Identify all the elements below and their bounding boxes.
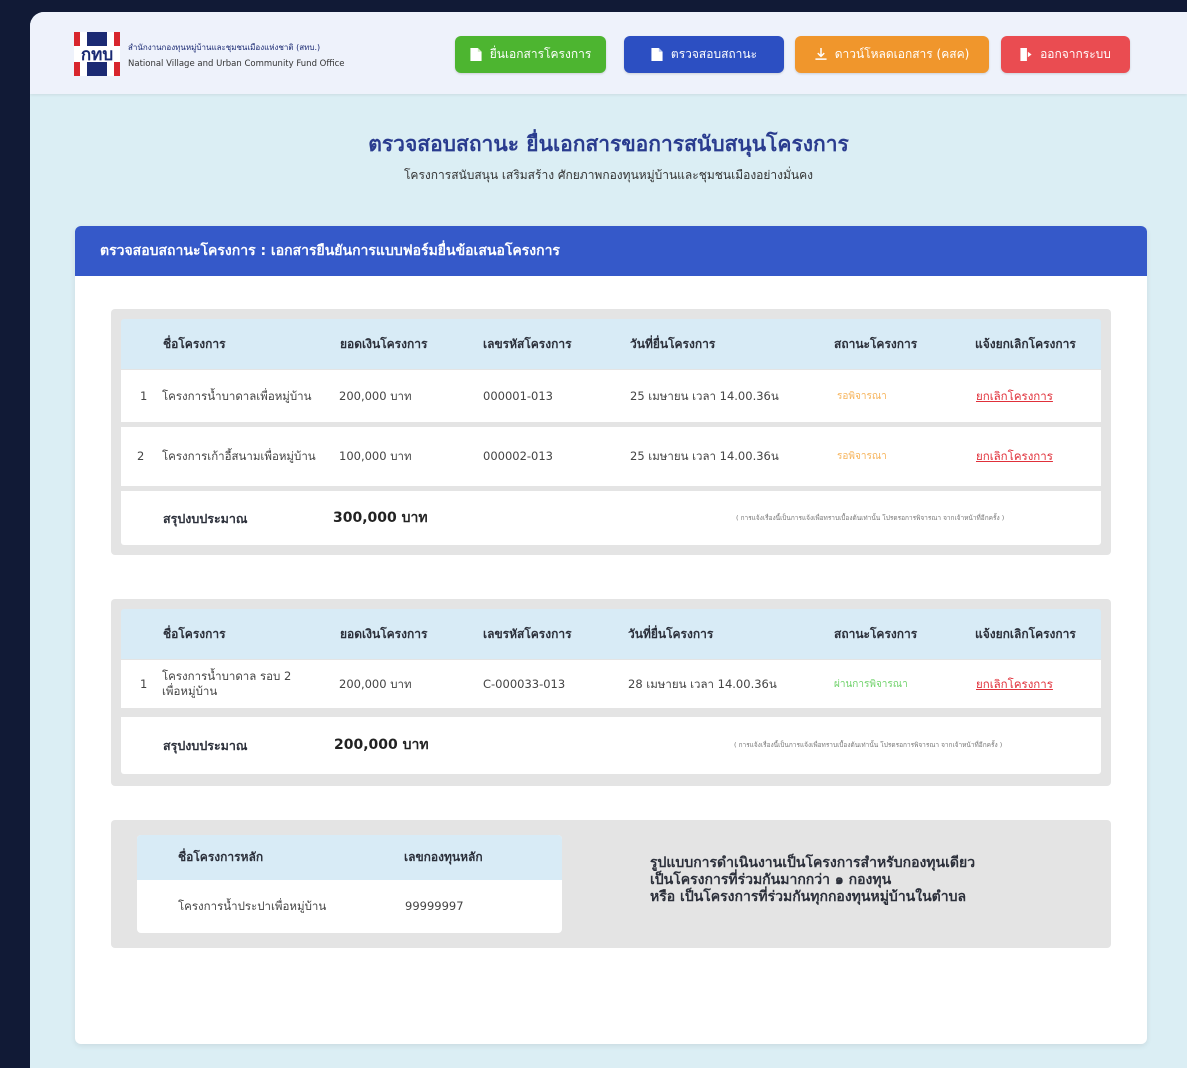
cancel-project-link[interactable]: ยกเลิกโครงการ xyxy=(976,389,1053,404)
row-number: 1 xyxy=(140,388,148,403)
project-name: โครงการเก้าอี้สนามเพื่อหมู่บ้าน xyxy=(162,449,316,463)
col-date: วันที่ยื่นโครงการ xyxy=(630,336,716,351)
page-subtitle: โครงการสนับสนุน เสริมสร้าง ศักยภาพกองทุน… xyxy=(403,168,814,182)
org-name-th: สำนักงานกองทุนหมู่บ้านและชุมชนเมืองแห่งช… xyxy=(128,43,321,52)
document-icon xyxy=(651,48,663,61)
info-line: หรือ เป็นโครงการที่ร่วมกันทุกกองทุนหมู่บ… xyxy=(650,889,967,905)
download-documents-button[interactable]: ดาวน์โหลดเอกสาร (คสค) xyxy=(795,36,989,73)
col-status: สถานะโครงการ xyxy=(834,626,918,641)
check-status-button[interactable]: ตรวจสอบสถานะ xyxy=(624,36,784,73)
page-title: ตรวจสอบสถานะ ยื่นเอกสารขอการสนับสนุนโครง… xyxy=(368,132,849,156)
project-date: 28 เมษายน เวลา 14.00.36น xyxy=(628,676,777,691)
download-documents-label: ดาวน์โหลดเอกสาร (คสค) xyxy=(834,47,970,61)
summary-value: 300,000 บาท xyxy=(333,509,428,526)
submit-documents-button[interactable]: ยื่นเอกสารโครงการ xyxy=(455,36,606,73)
table-header: ชื่อโครงการหลัก เลขกองทุนหลัก xyxy=(137,835,562,880)
col-date: วันที่ยื่นโครงการ xyxy=(628,626,714,641)
project-amount: 200,000 บาท xyxy=(339,388,412,403)
summary-label: สรุปงบประมาณ xyxy=(163,510,248,526)
main-project-name: โครงการน้ำประปาเพื่อหมู่บ้าน xyxy=(178,899,327,913)
col-main-fund: เลขกองทุนหลัก xyxy=(404,850,483,864)
check-status-label: ตรวจสอบสถานะ xyxy=(670,47,758,61)
document-icon xyxy=(470,48,482,61)
org-name-en: National Village and Urban Community Fun… xyxy=(128,59,345,69)
logout-label: ออกจากระบบ xyxy=(1040,47,1111,61)
budget-summary: สรุปงบประมาณ 300,000 บาท ( การแจ้งเรื่อง… xyxy=(121,491,1101,545)
operation-format-info: รูปแบบการดำเนินงานเป็นโครงการสำหรับกองทุ… xyxy=(650,855,975,906)
logout-icon xyxy=(1020,48,1032,61)
col-status: สถานะโครงการ xyxy=(834,336,918,351)
summary-label: สรุปงบประมาณ xyxy=(163,738,248,753)
card-header: ตรวจสอบสถานะโครงการ : เอกสารยืนยันการแบบ… xyxy=(75,226,1147,276)
project-code: C-000033-013 xyxy=(483,676,566,691)
project-name: โครงการน้ำบาดาล รอบ 2 เพื่อหมู่บ้าน xyxy=(162,669,292,698)
status-badge: รอพิจารณา xyxy=(837,451,887,462)
table-row: 2 โครงการเก้าอี้สนามเพื่อหมู่บ้าน 100,00… xyxy=(121,427,1101,486)
project-amount: 200,000 บาท xyxy=(339,676,412,691)
main-fund-number: 99999997 xyxy=(405,899,464,913)
summary-note: ( การแจ้งเรื่องนี้เป็นการแจ้งเพื่อทราบเบ… xyxy=(736,513,1005,522)
table-header: ชื่อโครงการ ยอดเงินโครงการ เลขรหัสโครงกา… xyxy=(121,609,1101,659)
project-code: 000001-013 xyxy=(483,388,553,403)
summary-value: 200,000 บาท xyxy=(334,737,429,753)
row-number: 1 xyxy=(140,676,148,691)
col-cancel: แจ้งยกเลิกโครงการ xyxy=(975,626,1076,641)
col-main-project-name: ชื่อโครงการหลัก xyxy=(178,850,264,864)
budget-summary: สรุปงบประมาณ 200,000 บาท ( การแจ้งเรื่อง… xyxy=(121,717,1101,774)
col-amount: ยอดเงินโครงการ xyxy=(340,336,428,351)
col-project-name: ชื่อโครงการ xyxy=(163,336,226,351)
row-number: 2 xyxy=(137,449,145,463)
project-date: 25 เมษายน เวลา 14.00.36น xyxy=(630,388,779,403)
status-card: ตรวจสอบสถานะโครงการ : เอกสารยืนยันการแบบ… xyxy=(75,226,1147,1044)
project-code: 000002-013 xyxy=(483,449,553,463)
col-code: เลขรหัสโครงการ xyxy=(483,626,572,641)
main-project-panel: ชื่อโครงการหลัก เลขกองทุนหลัก โครงการน้ำ… xyxy=(111,820,1111,948)
app-window: กทบ สำนักงานกองทุนหมู่บ้านและชุมชนเมืองแ… xyxy=(30,12,1187,1068)
project-table-2: ชื่อโครงการ ยอดเงินโครงการ เลขรหัสโครงกา… xyxy=(111,599,1111,786)
cancel-project-link[interactable]: ยกเลิกโครงการ xyxy=(976,449,1053,464)
table-header: ชื่อโครงการ ยอดเงินโครงการ เลขรหัสโครงกา… xyxy=(121,319,1101,369)
download-icon xyxy=(815,48,827,60)
col-amount: ยอดเงินโครงการ xyxy=(340,626,428,641)
cancel-project-link[interactable]: ยกเลิกโครงการ xyxy=(976,677,1053,692)
logo-text: กทบ xyxy=(80,44,114,65)
status-badge: ผ่านการพิจารณา xyxy=(834,678,908,690)
col-project-name: ชื่อโครงการ xyxy=(163,626,226,641)
project-date: 25 เมษายน เวลา 14.00.36น xyxy=(630,449,779,463)
logout-button[interactable]: ออกจากระบบ xyxy=(1001,36,1130,73)
info-line: เป็นโครงการที่ร่วมกันมากกว่า ๑ กองทุน xyxy=(650,872,892,888)
main-project-table: ชื่อโครงการหลัก เลขกองทุนหลัก โครงการน้ำ… xyxy=(137,835,562,933)
submit-documents-label: ยื่นเอกสารโครงการ xyxy=(489,47,592,61)
summary-note: ( การแจ้งเรื่องนี้เป็นการแจ้งเพื่อทราบเบ… xyxy=(734,741,1003,749)
project-amount: 100,000 บาท xyxy=(339,449,412,463)
org-name: สำนักงานกองทุนหมู่บ้านและชุมชนเมืองแห่งช… xyxy=(128,39,344,73)
col-cancel: แจ้งยกเลิกโครงการ xyxy=(975,336,1076,351)
col-code: เลขรหัสโครงการ xyxy=(483,336,572,351)
table-row: 1 โครงการน้ำบาดาล รอบ 2 เพื่อหมู่บ้าน 20… xyxy=(121,660,1101,708)
project-name: โครงการน้ำบาดาลเพื่อหมู่บ้าน xyxy=(162,388,312,403)
project-table-1: ชื่อโครงการ ยอดเงินโครงการ เลขรหัสโครงกา… xyxy=(111,309,1111,555)
status-badge: รอพิจารณา xyxy=(837,390,887,402)
table-row: 1 โครงการน้ำบาดาลเพื่อหมู่บ้าน 200,000 บ… xyxy=(121,370,1101,422)
info-line: รูปแบบการดำเนินงานเป็นโครงการสำหรับกองทุ… xyxy=(650,855,976,871)
top-navbar: กทบ สำนักงานกองทุนหมู่บ้านและชุมชนเมืองแ… xyxy=(30,12,1187,94)
